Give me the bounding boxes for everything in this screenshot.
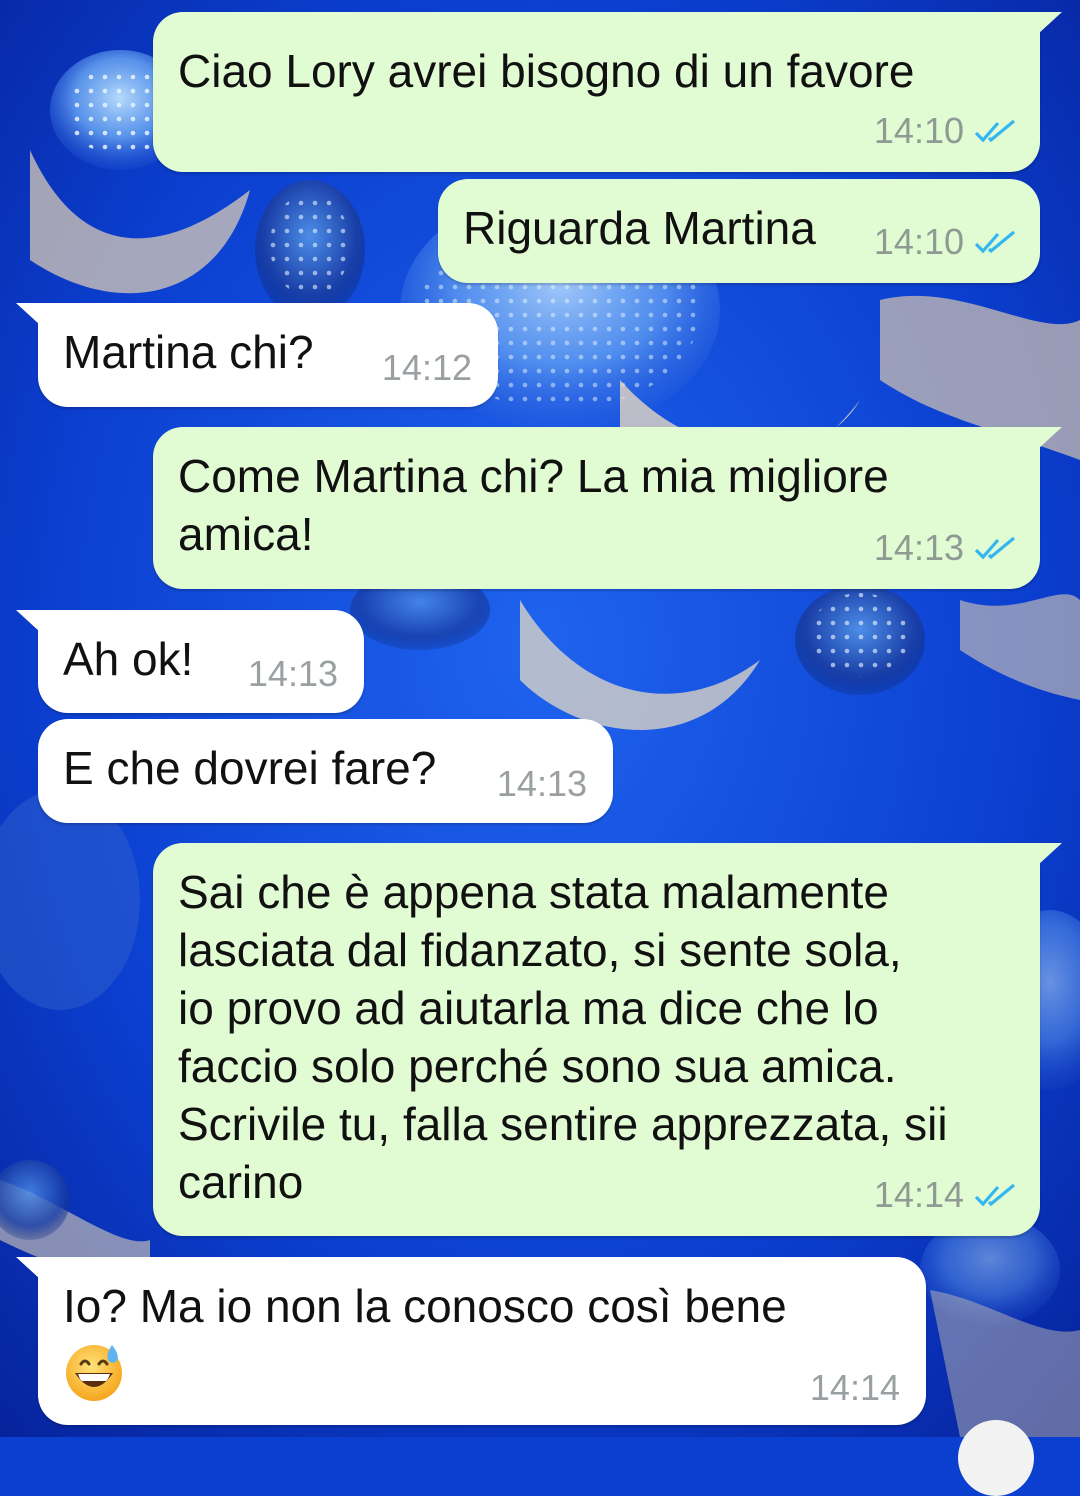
message-bubble-incoming[interactable]: E che dovrei fare? 14:13: [38, 719, 613, 823]
message-time: 14:12: [381, 347, 472, 388]
bubble-tail: [16, 610, 40, 632]
bubble-tail: [1038, 427, 1062, 449]
bubble-tail: [16, 303, 40, 325]
bubble-tail: [1038, 843, 1062, 865]
message-bubble-incoming[interactable]: Ah ok! 14:13: [16, 610, 364, 713]
message-bubble-incoming[interactable]: Martina chi? 14:12: [16, 303, 498, 407]
bubble-tail: [1038, 12, 1062, 34]
message-meta: 14:13: [248, 653, 338, 695]
double-check-icon: [974, 119, 1016, 143]
message-bubble-outgoing[interactable]: Come Martina chi? La mia migliore amica!…: [153, 427, 1062, 589]
message-time: 14:14: [873, 1174, 964, 1215]
message-meta: 14:14: [810, 1367, 900, 1409]
message-text: Come Martina chi? La mia migliore amica!: [178, 450, 889, 560]
message-time: 14:13: [873, 527, 964, 568]
message-meta: 14:10: [874, 110, 1018, 152]
message-text: Sai che è appena stata malamente lasciat…: [178, 866, 948, 1208]
message-time: 14:10: [873, 110, 964, 151]
message-time: 14:13: [247, 653, 338, 694]
message-time: 14:14: [809, 1367, 900, 1408]
message-time: 14:10: [873, 221, 964, 262]
double-check-icon: [974, 230, 1016, 254]
message-text: Ciao Lory avrei bisogno di un favore: [178, 45, 915, 97]
message-text: Riguarda Martina: [463, 202, 816, 254]
bubble-tail: [16, 1257, 40, 1279]
message-text: Ah ok!: [63, 633, 194, 685]
message-text: Io? Ma io non la conosco così bene: [63, 1280, 787, 1332]
message-time: 14:13: [496, 763, 587, 804]
message-meta: 14:12: [382, 347, 472, 389]
message-bubble-outgoing[interactable]: Ciao Lory avrei bisogno di un favore 14:…: [153, 12, 1062, 172]
message-bubble-outgoing[interactable]: Sai che è appena stata malamente lasciat…: [153, 843, 1062, 1236]
message-meta: 14:13: [497, 763, 587, 805]
message-meta: 14:14: [874, 1174, 1018, 1216]
message-text: E che dovrei fare?: [63, 742, 437, 794]
message-meta: 14:10: [874, 221, 1018, 263]
double-check-icon: [974, 536, 1016, 560]
double-check-icon: [974, 1183, 1016, 1207]
message-meta: 14:13: [874, 527, 1018, 569]
scroll-down-button[interactable]: [958, 1420, 1034, 1496]
grinning-face-with-sweat-icon: [66, 1345, 122, 1401]
message-bubble-outgoing[interactable]: Riguarda Martina 14:10: [438, 179, 1040, 283]
message-bubble-incoming[interactable]: Io? Ma io non la conosco così bene 14:14: [16, 1257, 926, 1425]
message-text: Martina chi?: [63, 326, 314, 378]
